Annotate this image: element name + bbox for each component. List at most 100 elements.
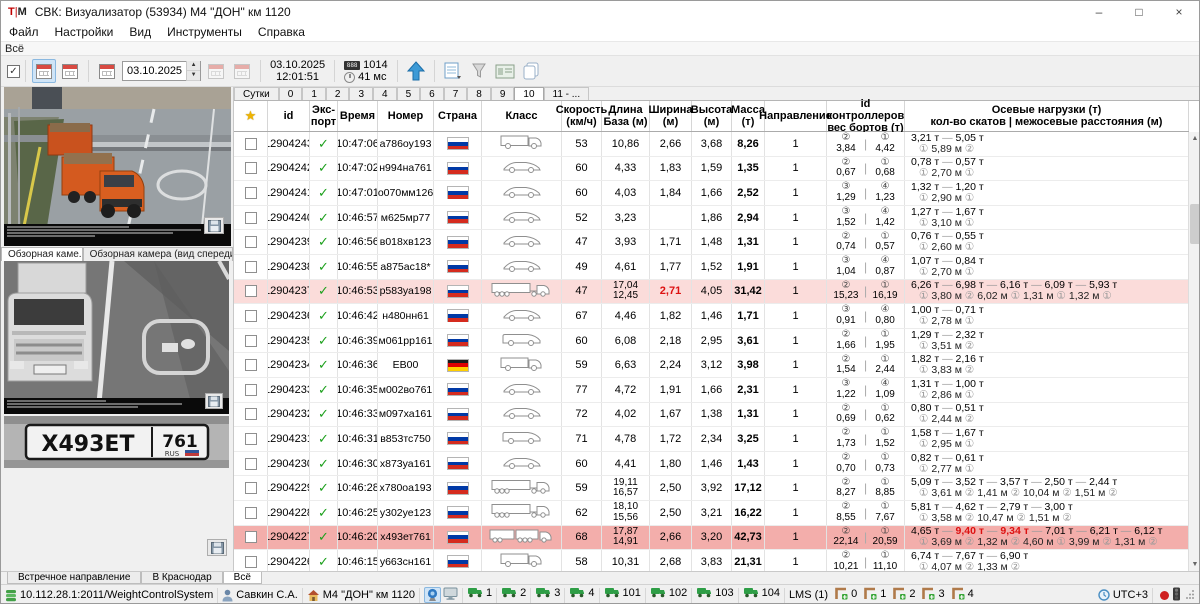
gantry-status-2[interactable]: 2 xyxy=(893,587,915,600)
close-button[interactable]: × xyxy=(1159,1,1199,23)
row-checkbox[interactable] xyxy=(245,556,257,568)
row-checkbox[interactable] xyxy=(245,162,257,174)
scroll-up-arrow[interactable]: ▲ xyxy=(1189,132,1200,145)
column-header[interactable]: Скорость(км/ч) xyxy=(562,101,602,131)
filter-button[interactable] xyxy=(467,59,491,83)
select-all-checkbox[interactable]: ✓ xyxy=(7,65,20,78)
calendar-chart-button[interactable] xyxy=(58,59,82,83)
calendar-add-button[interactable] xyxy=(95,59,119,83)
table-row[interactable]: 12904236 ✓ 10:46:42 н480нн61 67 4,46 1,8… xyxy=(234,304,1189,329)
column-header[interactable]: ДлинаБаза (м) xyxy=(602,101,650,131)
resize-grip[interactable] xyxy=(1185,589,1195,602)
day-tab-9[interactable]: 9 xyxy=(491,87,515,100)
row-checkbox[interactable] xyxy=(245,187,257,199)
direction-tab[interactable]: Встречное направление xyxy=(7,572,141,584)
lane-status-2[interactable]: 2 xyxy=(501,587,526,599)
row-checkbox[interactable] xyxy=(245,433,257,445)
column-header[interactable]: Номер xyxy=(378,101,434,131)
scroll-thumb[interactable] xyxy=(1190,204,1200,244)
menu-item-0[interactable]: Файл xyxy=(1,25,47,39)
row-checkbox[interactable] xyxy=(245,384,257,396)
lane-status-1[interactable]: 1 xyxy=(467,587,492,599)
direction-tab[interactable]: В Краснодар xyxy=(141,572,222,584)
table-row[interactable]: 12904239 ✓ 10:46:56 в018хв123 47 3,93 1,… xyxy=(234,230,1189,255)
camera-tab[interactable]: Обзорная каме... xyxy=(1,247,83,261)
maximize-button[interactable]: □ xyxy=(1119,1,1159,23)
minimize-button[interactable]: – xyxy=(1079,1,1119,23)
lane-status-104[interactable]: 104 xyxy=(743,587,780,599)
column-header[interactable]: id контроллероввес бортов (т) xyxy=(827,101,905,131)
date-spinner[interactable]: ▲▼ xyxy=(186,61,200,81)
day-view-button[interactable] xyxy=(32,59,56,83)
lane-status-103[interactable]: 103 xyxy=(696,587,733,599)
day-tab-8[interactable]: 8 xyxy=(467,87,491,100)
column-header[interactable]: Время xyxy=(338,101,378,131)
direction-tab[interactable]: Всё xyxy=(223,572,262,584)
table-row[interactable]: 12904233 ✓ 10:46:35 м002во761 77 4,72 1,… xyxy=(234,378,1189,403)
row-checkbox[interactable] xyxy=(245,236,257,248)
day-tab-4[interactable]: 4 xyxy=(373,87,397,100)
card-button[interactable] xyxy=(493,59,517,83)
copy-button[interactable] xyxy=(519,59,543,83)
row-checkbox[interactable] xyxy=(245,531,257,543)
row-checkbox[interactable] xyxy=(245,212,257,224)
column-header[interactable]: Ширина(м) xyxy=(650,101,692,131)
column-header[interactable]: Направление xyxy=(765,101,827,131)
prev-day-button[interactable] xyxy=(204,59,228,83)
column-header[interactable]: Страна xyxy=(434,101,482,131)
table-row[interactable]: 12904234 ✓ 10:46:36 EB00 59 6,63 2,24 3,… xyxy=(234,353,1189,378)
menu-item-1[interactable]: Настройки xyxy=(47,25,122,39)
table-row[interactable]: 12904238 ✓ 10:46:55 а875ас18* 49 4,61 1,… xyxy=(234,255,1189,280)
lane-status-3[interactable]: 3 xyxy=(535,587,560,599)
lane-status-102[interactable]: 102 xyxy=(650,587,687,599)
camera-tab[interactable]: Обзорная камера (вид спереди; ... xyxy=(83,247,233,261)
day-tab-3[interactable]: 3 xyxy=(349,87,373,100)
column-header[interactable]: Экс-порт xyxy=(310,101,338,131)
day-tab-5[interactable]: 5 xyxy=(397,87,421,100)
day-tab-1[interactable]: 1 xyxy=(302,87,326,100)
row-checkbox[interactable] xyxy=(245,507,257,519)
gantry-status-4[interactable]: 4 xyxy=(952,587,974,600)
table-row[interactable]: 12904237 ✓ 10:46:53 р583уа198 47 17,0412… xyxy=(234,280,1189,305)
table-row[interactable]: 12904226 ✓ 10:46:15 у663сн161 58 10,31 2… xyxy=(234,550,1189,571)
day-tab-11 - ...[interactable]: 11 - ... xyxy=(544,87,590,100)
monitor-toggle[interactable] xyxy=(443,587,458,603)
webcam-toggle[interactable] xyxy=(424,587,441,603)
row-checkbox[interactable] xyxy=(245,335,257,347)
row-checkbox[interactable] xyxy=(245,261,257,273)
table-row[interactable]: 12904242 ✓ 10:47:02 н994на761 60 4,33 1,… xyxy=(234,157,1189,182)
save-front-photo-button[interactable] xyxy=(205,393,223,409)
table-row[interactable]: 12904230 ✓ 10:46:30 х873уа161 60 4,41 1,… xyxy=(234,452,1189,477)
day-tab-2[interactable]: 2 xyxy=(326,87,350,100)
row-checkbox[interactable] xyxy=(245,482,257,494)
day-tab-0[interactable]: 0 xyxy=(279,87,303,100)
star-column-header[interactable]: ★ xyxy=(234,101,268,131)
row-checkbox[interactable] xyxy=(245,310,257,322)
row-checkbox[interactable] xyxy=(245,285,257,297)
day-tab-6[interactable]: 6 xyxy=(420,87,444,100)
lane-status-101[interactable]: 101 xyxy=(604,587,641,599)
table-row[interactable]: 12904232 ✓ 10:46:33 м097ха161 72 4,02 1,… xyxy=(234,403,1189,428)
menu-item-2[interactable]: Вид xyxy=(121,25,159,39)
table-row[interactable]: 12904229 ✓ 10:46:28 х780оа193 59 19,1116… xyxy=(234,476,1189,501)
upload-button[interactable] xyxy=(404,59,428,83)
date-input[interactable]: 03.10.2025 ▲▼ xyxy=(122,61,201,81)
menu-item-4[interactable]: Справка xyxy=(250,25,313,39)
scroll-down-arrow[interactable]: ▼ xyxy=(1189,558,1200,571)
row-checkbox[interactable] xyxy=(245,138,257,150)
table-row[interactable]: 12904241 ✓ 10:47:01 о070мм126 60 4,03 1,… xyxy=(234,181,1189,206)
table-row[interactable]: 12904231 ✓ 10:46:31 в853тс750 71 4,78 1,… xyxy=(234,427,1189,452)
row-checkbox[interactable] xyxy=(245,408,257,420)
table-row[interactable]: 12904235 ✓ 10:46:39 м061рр161 60 6,08 2,… xyxy=(234,329,1189,354)
lane-status-4[interactable]: 4 xyxy=(569,587,594,599)
day-tab-10[interactable]: 10 xyxy=(514,87,543,100)
row-checkbox[interactable] xyxy=(245,458,257,470)
column-header[interactable]: Осевые нагрузки (т)кол-во скатов | межос… xyxy=(905,101,1189,131)
gantry-status-0[interactable]: 0 xyxy=(835,587,857,600)
column-header[interactable]: Класс xyxy=(482,101,562,131)
goto-day-button[interactable] xyxy=(230,59,254,83)
gantry-status-1[interactable]: 1 xyxy=(864,587,886,600)
save-overview-photo-button[interactable] xyxy=(204,217,224,234)
vertical-scrollbar[interactable]: ▲ ▼ xyxy=(1188,132,1200,571)
table-row[interactable]: 12904228 ✓ 10:46:25 у302уе123 62 18,1015… xyxy=(234,501,1189,526)
